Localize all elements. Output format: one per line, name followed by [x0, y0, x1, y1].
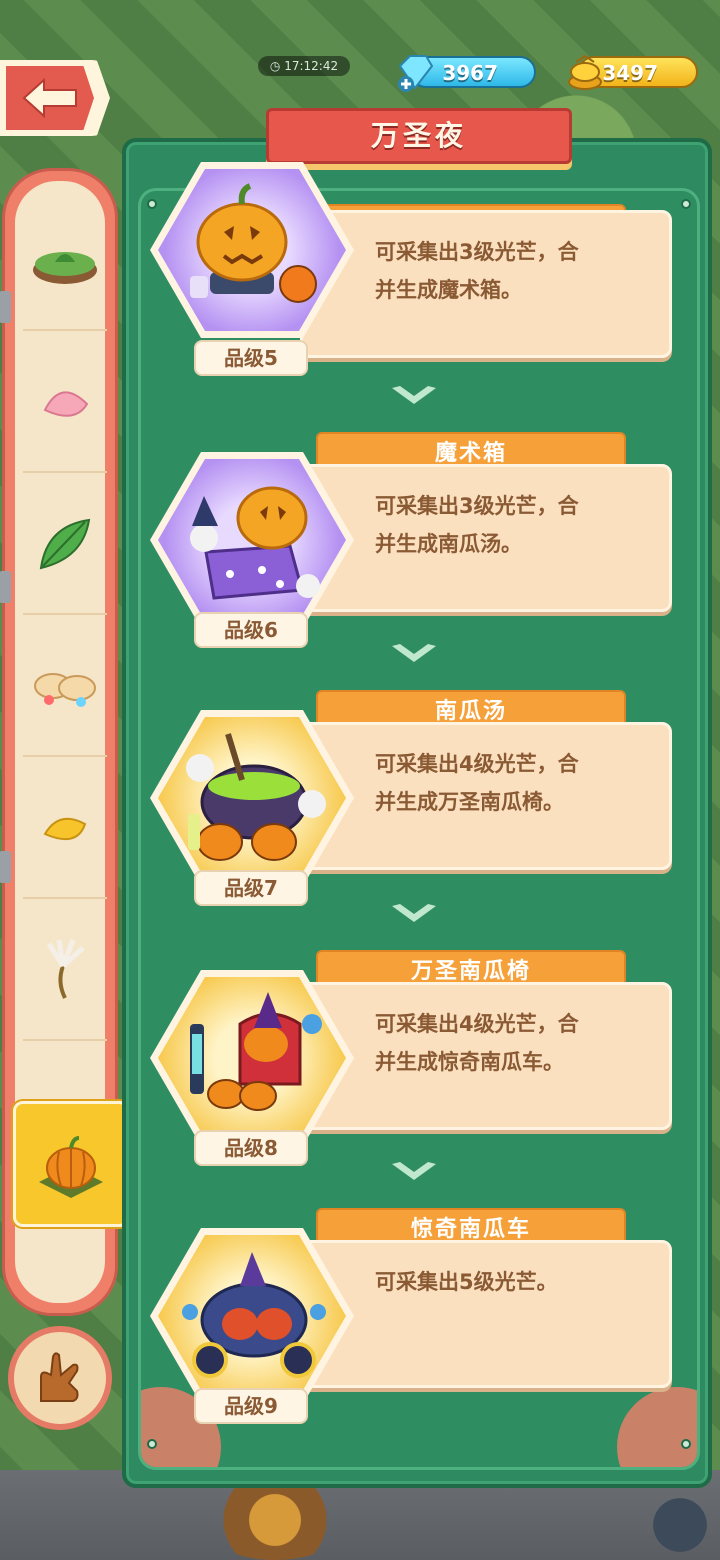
title-ribbon: 万圣夜 [266, 108, 572, 164]
timer-text: 17:12:42 [284, 59, 339, 73]
description-line: 可采集出4级光芒，合 [375, 1012, 579, 1036]
gold-count: 3497 [602, 61, 658, 85]
sidebar-item-pink-petal[interactable] [23, 333, 107, 473]
event-timer: ◷ 17:12:42 [258, 56, 350, 76]
dandelion-icon [46, 939, 85, 999]
description-line: 并生成南瓜汤。 [375, 532, 522, 556]
gem-counter[interactable]: 3967 [398, 55, 536, 92]
magic-box-icon [190, 486, 320, 600]
sidebar-inner [13, 181, 129, 1303]
glove-hand-icon [40, 1352, 79, 1402]
chevron-down-icon [392, 644, 436, 662]
pumpkin-lantern-icon [190, 183, 317, 303]
page-title: 万圣夜 [370, 119, 467, 152]
item-level-badge: 品级8 [194, 1130, 308, 1166]
pumpkin-soup-icon [186, 733, 326, 861]
item-card-level9[interactable]: 惊奇南瓜车 可采集出5级光芒。 品级9 [150, 1208, 674, 1424]
sidebar-clip [0, 851, 11, 883]
green-leaf-icon [39, 518, 91, 570]
chevron-down-icon [392, 1162, 436, 1180]
chevron-down-icon [392, 904, 436, 922]
sidebar-clip [0, 291, 11, 323]
sidebar-item-yellow-petal[interactable] [23, 759, 107, 899]
item-description: 可采集出3级光芒，合 并生成南瓜汤。 [375, 487, 655, 563]
description-line: 并生成惊奇南瓜车。 [375, 1050, 564, 1074]
gold-coin-icon [568, 54, 602, 90]
frame-rivet [681, 199, 691, 209]
description-line: 可采集出5级光芒。 [375, 1270, 558, 1294]
fountain-decoration [200, 1480, 350, 1560]
item-description: 可采集出4级光芒，合 并生成万圣南瓜椅。 [375, 745, 655, 821]
item-card-level5[interactable]: 可采集出3级光芒，合 并生成魔术箱。 品级5 [150, 162, 674, 376]
item-description-box: 可采集出3级光芒，合 并生成魔术箱。 [300, 210, 672, 358]
sidebar-item-dandelion[interactable] [23, 901, 107, 1041]
sidebar-item-pumpkin[interactable] [13, 1101, 129, 1227]
pumpkin-chair-icon [190, 992, 322, 1111]
description-line: 并生成魔术箱。 [375, 278, 522, 302]
sidebar-item-grass[interactable] [23, 191, 107, 331]
item-description-box: 可采集出4级光芒，合 并生成万圣南瓜椅。 [300, 722, 672, 870]
item-card-level6[interactable]: 魔术箱 可采集出3级光芒，合 并生成南瓜汤。 品级6 [150, 432, 674, 648]
sidebar-item-candy[interactable] [23, 617, 107, 757]
description-line: 并生成万圣南瓜椅。 [375, 790, 564, 814]
item-description: 可采集出5级光芒。 [375, 1263, 655, 1301]
pumpkin-icon [39, 1136, 103, 1198]
item-level-badge: 品级9 [194, 1388, 308, 1424]
item-level-badge: 品级6 [194, 612, 308, 648]
chevron-down-icon [392, 386, 436, 404]
frame-rivet [147, 1439, 157, 1449]
item-level-badge: 品级5 [194, 340, 308, 376]
gem-count: 3967 [442, 61, 498, 85]
back-arrow-icon [22, 77, 77, 119]
pumpkin-carriage-icon [182, 1252, 326, 1378]
item-description: 可采集出3级光芒，合 并生成魔术箱。 [375, 233, 655, 309]
item-description-box: 可采集出3级光芒，合 并生成南瓜汤。 [300, 464, 672, 612]
gold-counter[interactable]: 3497 [568, 54, 698, 90]
description-line: 可采集出3级光芒，合 [375, 494, 579, 518]
frame-rivet [681, 1439, 691, 1449]
item-level-badge: 品级7 [194, 870, 308, 906]
sidebar-item-green-leaf[interactable] [23, 475, 107, 615]
description-line: 可采集出3级光芒，合 [375, 240, 579, 264]
item-card-level8[interactable]: 万圣南瓜椅 可采集出4级光芒，合 并生成惊奇南瓜车。 品级8 [150, 950, 674, 1166]
category-sidebar [0, 168, 129, 1316]
item-description-box: 可采集出4级光芒，合 并生成惊奇南瓜车。 [300, 982, 672, 1130]
grass-patch-icon [33, 252, 97, 284]
description-line: 可采集出4级光芒，合 [375, 752, 579, 776]
gem-plus-icon [398, 55, 434, 92]
item-card-level7[interactable]: 南瓜汤 可采集出4级光芒，合 并生成万圣南瓜椅。 品级7 [150, 690, 674, 906]
item-description: 可采集出4级光芒，合 并生成惊奇南瓜车。 [375, 1005, 655, 1081]
cat-character [640, 1490, 720, 1560]
back-button[interactable] [0, 60, 110, 136]
yellow-petal-icon [43, 817, 87, 841]
candy-pile-icon [34, 673, 96, 707]
sidebar-clip [0, 571, 11, 603]
item-description-box: 可采集出5级光芒。 [300, 1240, 672, 1388]
pink-petal-icon [43, 391, 89, 417]
hand-tool-button[interactable] [8, 1326, 112, 1430]
